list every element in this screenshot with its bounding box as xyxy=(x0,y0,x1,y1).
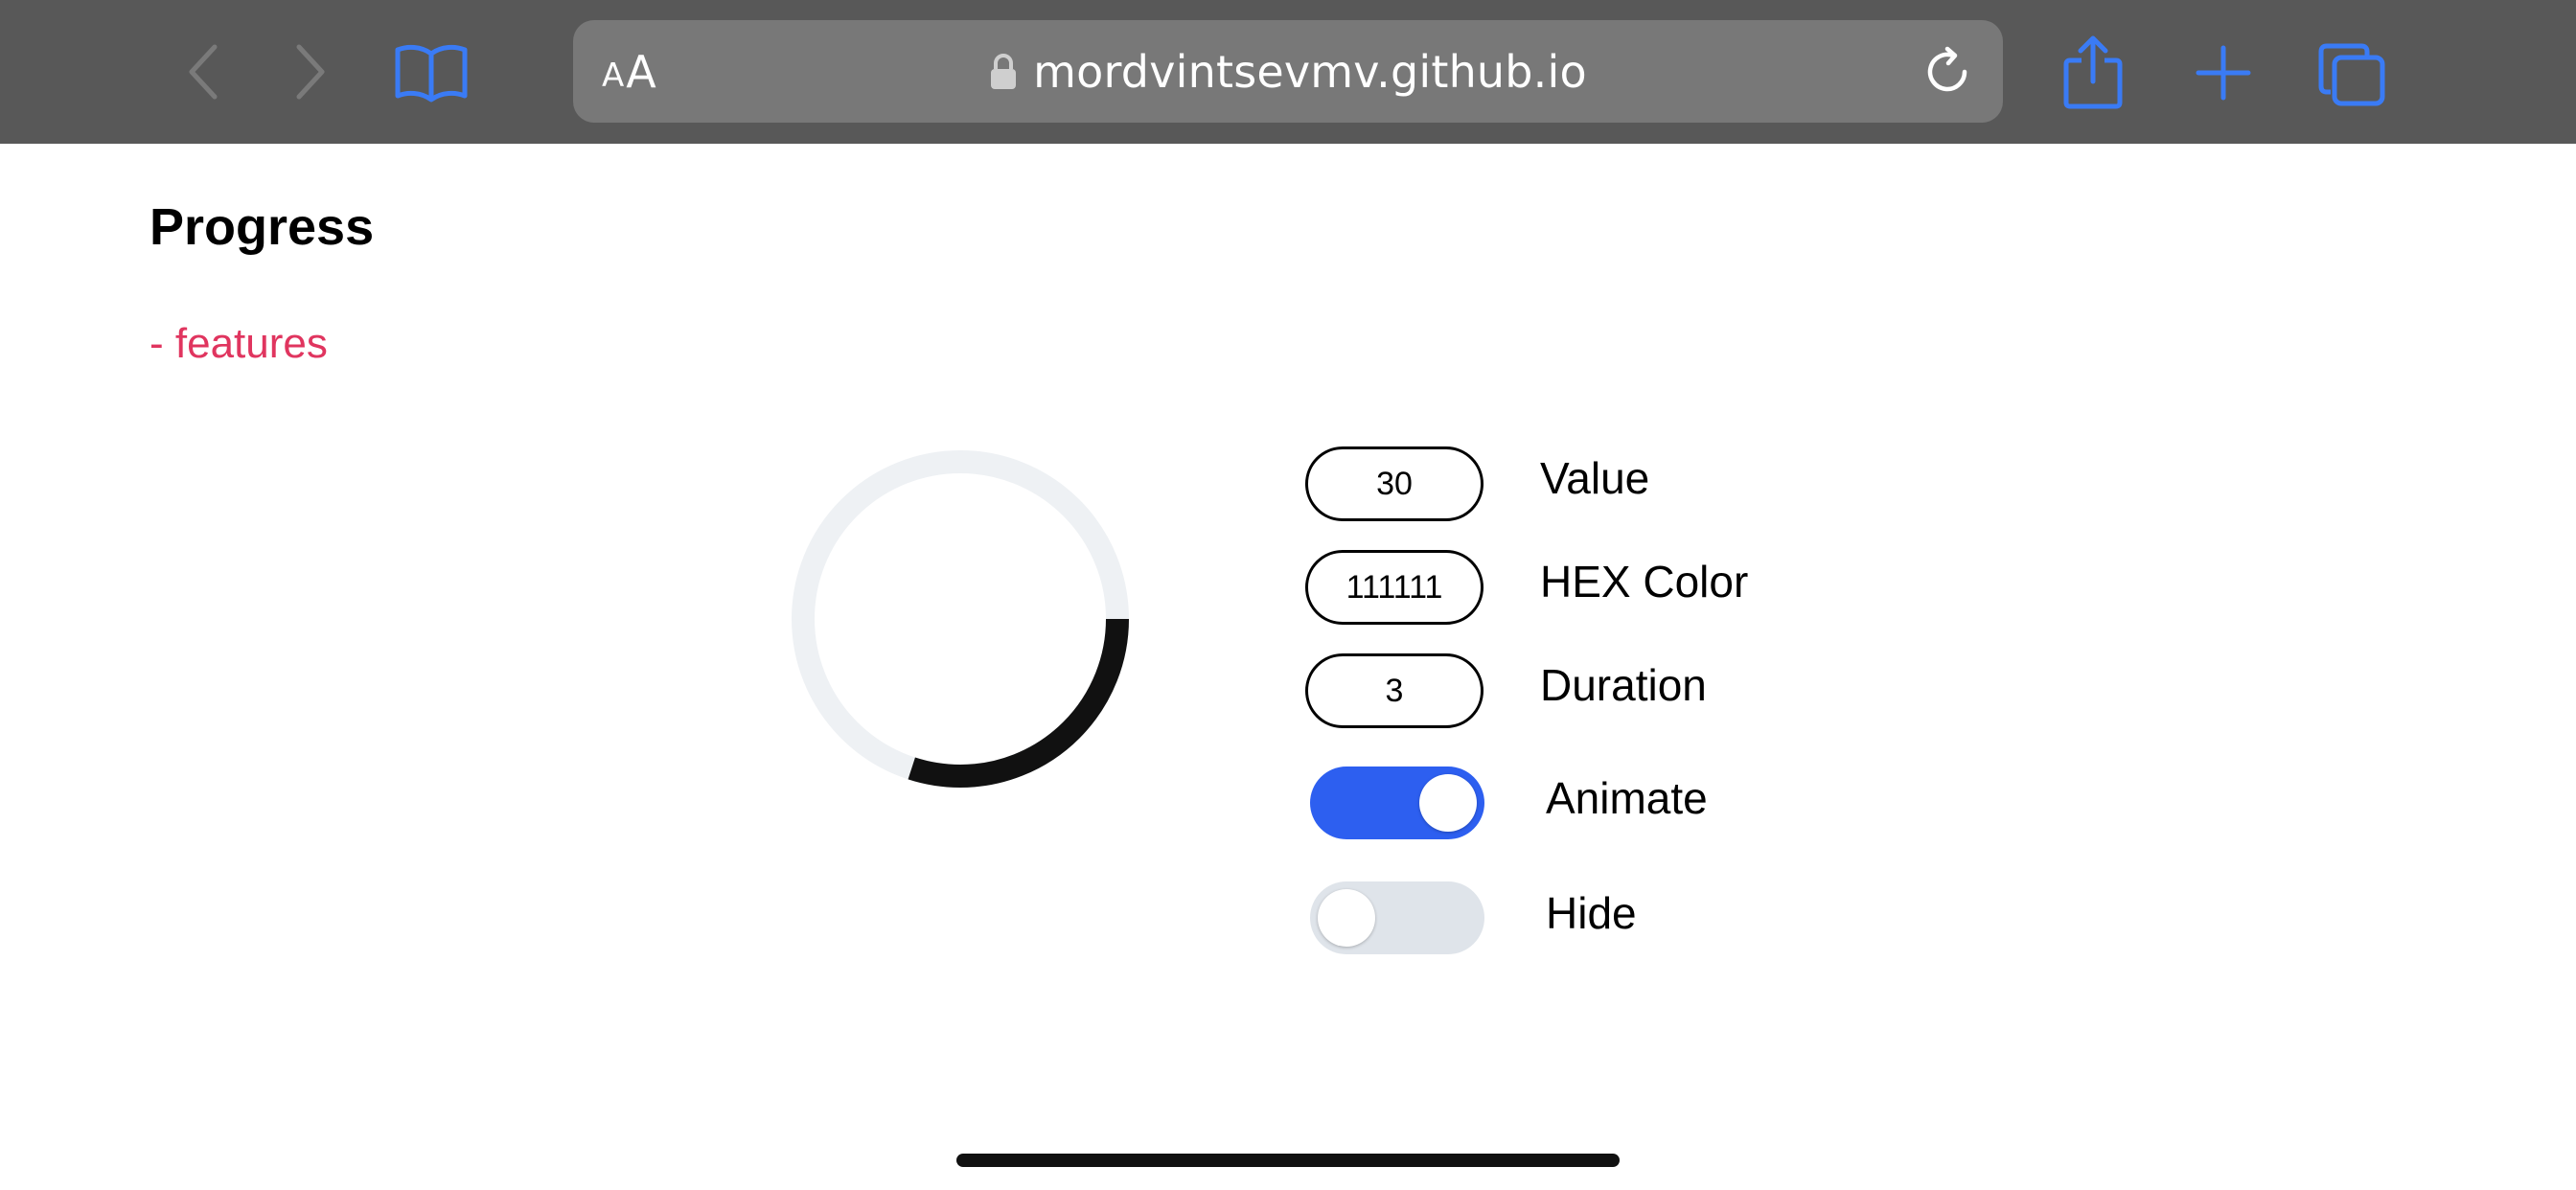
url-text: mordvintsevmv.github.io xyxy=(1033,45,1587,98)
duration-label: Duration xyxy=(1540,660,1707,710)
tabs-button[interactable] xyxy=(2313,38,2390,111)
text-size-big-glyph: A xyxy=(626,45,656,98)
toggle-knob xyxy=(1419,774,1477,832)
chevron-right-icon xyxy=(296,44,325,100)
tabs-icon xyxy=(2318,43,2385,106)
text-size-button[interactable]: A A xyxy=(602,20,656,123)
hex-color-input[interactable] xyxy=(1305,550,1484,625)
toggle-knob xyxy=(1318,889,1375,947)
share-button[interactable] xyxy=(2058,31,2128,113)
reload-icon xyxy=(1927,46,1967,92)
share-icon xyxy=(2063,35,2123,109)
text-size-small-glyph: A xyxy=(602,56,625,95)
address-bar[interactable]: A A mordvintsevmv.github.io xyxy=(573,20,2003,123)
url-display: mordvintsevmv.github.io xyxy=(573,20,2003,123)
hide-toggle[interactable] xyxy=(1310,881,1484,954)
hide-label: Hide xyxy=(1546,888,1637,938)
reload-button[interactable] xyxy=(1919,43,1976,101)
lock-icon xyxy=(989,53,1018,91)
back-button[interactable] xyxy=(178,38,228,105)
hex-color-label: HEX Color xyxy=(1540,557,1749,606)
book-icon xyxy=(395,44,468,103)
animate-label: Animate xyxy=(1546,773,1708,823)
home-indicator xyxy=(956,1154,1620,1167)
progress-ring xyxy=(792,450,1129,788)
value-label: Value xyxy=(1540,453,1650,503)
new-tab-button[interactable] xyxy=(2189,38,2258,107)
forward-button[interactable] xyxy=(286,38,335,105)
value-input[interactable] xyxy=(1305,446,1484,521)
features-link[interactable]: - features xyxy=(150,320,328,368)
duration-input[interactable] xyxy=(1305,653,1484,728)
chevron-left-icon xyxy=(189,44,218,100)
browser-toolbar: A A mordvintsevmv.github.io xyxy=(0,0,2576,144)
bookmarks-button[interactable] xyxy=(391,38,472,107)
animate-toggle[interactable] xyxy=(1310,767,1484,839)
page-title: Progress xyxy=(150,198,375,256)
plus-icon xyxy=(2196,45,2251,101)
